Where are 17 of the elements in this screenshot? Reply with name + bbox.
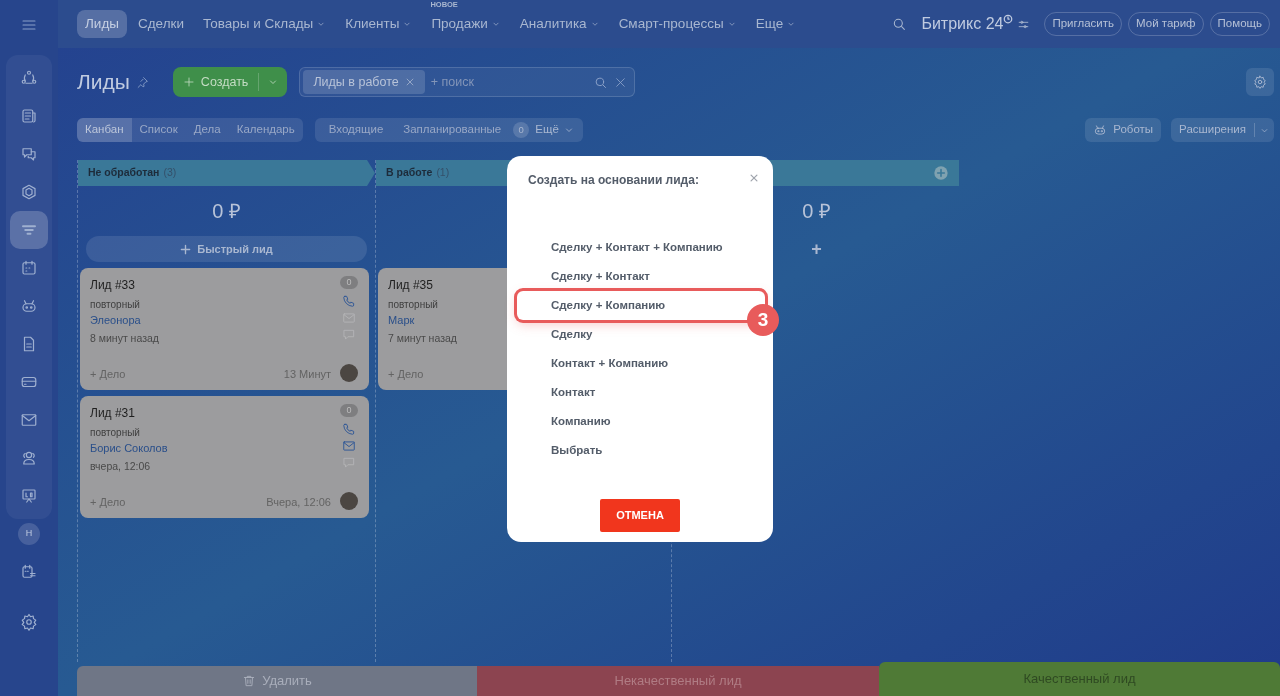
column-sum: 0 ₽ xyxy=(802,199,831,224)
page-title: Лиды xyxy=(77,69,130,96)
created-time: 7 минут назад xyxy=(388,330,457,346)
created-time: 8 минут назад xyxy=(90,330,159,346)
counter-badge: 0 xyxy=(513,122,530,138)
column-sum: 0 ₽ xyxy=(212,199,241,224)
deadline: 13 Минут xyxy=(283,366,331,382)
dialog-title: Создать на основании лида: xyxy=(528,172,700,189)
lead-type: повторный xyxy=(90,426,140,440)
lead-type: повторный xyxy=(388,298,438,312)
column-title: Не обработан xyxy=(88,165,160,181)
lead-type: повторный xyxy=(90,298,140,312)
step-marker: 3 xyxy=(747,304,779,336)
created-time: вчера, 12:06 xyxy=(90,458,151,474)
column-title: В работе xyxy=(386,165,433,181)
logo: Битрикс 24 xyxy=(921,14,1004,34)
deadline: Вчера, 12:06 xyxy=(266,494,331,510)
